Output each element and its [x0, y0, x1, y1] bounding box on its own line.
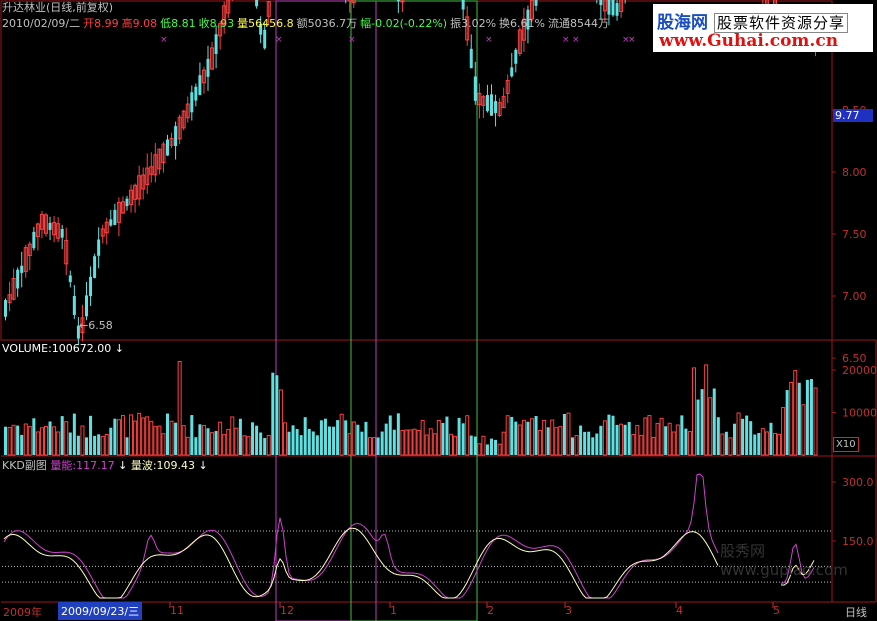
kkd-axis: 300.0150.0 [832, 476, 874, 548]
month-label: 12 [280, 604, 294, 617]
month-label: 4 [676, 604, 683, 617]
volume-tick-label: 20000 [842, 364, 877, 377]
period-label[interactable]: 日线 [845, 604, 867, 620]
quote-field: 流通8544万 [547, 17, 609, 30]
quote-field: 额5036.7万 [296, 17, 358, 30]
kkd-series-volume-wave [3, 527, 815, 599]
panel-frames [0, 0, 877, 603]
kkd-series2-label: 量波:109.43 [130, 459, 196, 472]
volume-bars [4, 361, 818, 456]
signal-marker: × [628, 35, 636, 45]
month-label: 2 [487, 604, 494, 617]
quote-field: 换6.61% [499, 17, 545, 30]
month-label: 5 [773, 604, 780, 617]
signal-markers: ××××××××× [160, 35, 670, 45]
month-label: 1 [390, 604, 397, 617]
signal-marker: × [572, 35, 580, 45]
kkd-reference-lines [2, 530, 832, 583]
signal-marker: × [485, 35, 493, 45]
price-tick-label: 7.50 [842, 228, 867, 241]
arrow-down-icon: ↓ [118, 459, 128, 472]
kkd-series-volume-energy [3, 473, 815, 599]
month-label: 11 [170, 604, 184, 617]
logo-slogan: 股票软件资源分享 [714, 13, 849, 33]
quote-field: 收8.93 [198, 17, 235, 30]
chart-canvas[interactable]: 10.5010.009.509.008.508.007.507.006.50 ×… [0, 0, 877, 621]
volume-label: VOLUME:100672.00 ↓ [2, 342, 124, 356]
arrow-down-icon: ↓ [114, 342, 124, 355]
cursor-date: 2009/09/23/三 [58, 602, 143, 620]
volume-tick-label: 10000 [842, 407, 877, 420]
quote-field: 高9.08 [121, 17, 158, 30]
arrow-down-icon: ↓ [198, 459, 208, 472]
volume-scale-tag[interactable]: X10 [833, 437, 859, 452]
stock-title: 升达林业(日线,前复权) [2, 1, 114, 14]
quote-line: 2010/02/09/二 开8.99 高9.08 低8.81 收8.93 量56456.8… [2, 17, 612, 31]
current-price-tag: 9.77 [833, 109, 873, 122]
quote-field: 振3.02% [450, 17, 497, 30]
month-label: 3 [565, 604, 572, 617]
kkd-tick-label: 300.0 [842, 476, 874, 489]
kkd-label: KKD副图 量能:117.17 ↓ 量波:109.43 ↓ [2, 459, 208, 473]
kkd-series1-label: 量能:117.17 [50, 459, 115, 472]
quote-field: 开8.99 [83, 17, 119, 30]
low-price-label: ←6.58 [79, 319, 113, 332]
price-axis: 10.5010.009.509.008.508.007.507.006.50 [832, 42, 867, 365]
price-tick-label: 8.00 [842, 166, 867, 179]
signal-marker: × [160, 35, 168, 45]
quote-field: 幅-0.02(-0.22%) [360, 17, 448, 30]
logo-brand: 股海网 [657, 13, 708, 33]
volume-axis: 20000 10000 [832, 364, 877, 420]
year-label: 2009年 [3, 606, 42, 619]
signal-marker: × [275, 35, 283, 45]
quote-field: 2010/02/09/二 [2, 17, 81, 30]
watermark: 股秀网 www.gupiao.com [720, 542, 848, 579]
quote-field: 低8.81 [160, 17, 196, 30]
volume-value: VOLUME:100672.00 [2, 342, 112, 355]
selection-box-magenta [275, 0, 377, 621]
kkd-name: KKD副图 [2, 459, 47, 472]
selection-box-green [350, 0, 478, 621]
signal-marker: × [562, 35, 570, 45]
signal-marker: × [348, 35, 356, 45]
site-logo: 股海网 股票软件资源分享 www.Guhai.com.cn [653, 4, 873, 52]
quote-field: 量56456.8 [237, 17, 294, 30]
price-tick-label: 7.00 [842, 290, 867, 303]
logo-url: www.Guhai.com.cn [659, 31, 839, 51]
